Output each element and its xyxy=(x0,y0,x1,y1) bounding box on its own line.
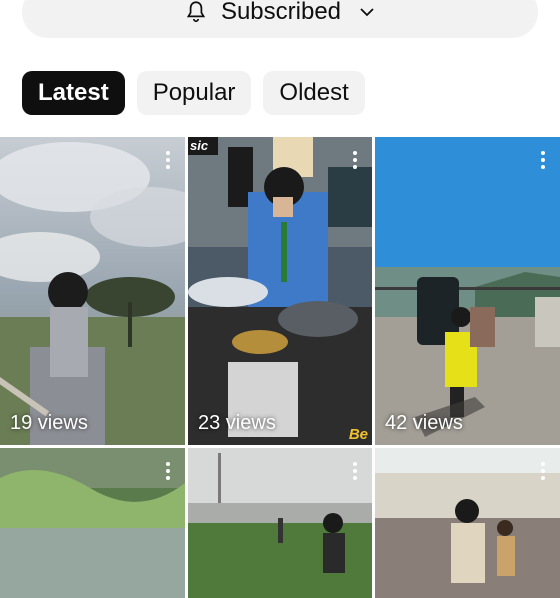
video-thumbnail[interactable] xyxy=(0,448,185,598)
video-thumbnail[interactable] xyxy=(188,448,372,598)
more-options-icon[interactable] xyxy=(540,151,546,169)
thumbnail-overlay-text: Be xyxy=(348,426,368,443)
bell-icon xyxy=(186,1,206,23)
thumbnail-overlay-text: sic xyxy=(190,138,209,153)
more-options-icon[interactable] xyxy=(352,462,358,480)
video-thumbnail[interactable]: 19 views xyxy=(0,137,185,445)
view-count: 42 views xyxy=(385,412,463,434)
view-count: 23 views xyxy=(198,412,276,434)
thumbnail-image xyxy=(188,448,372,598)
video-thumbnail[interactable]: sic Be 23 views xyxy=(188,137,372,445)
chip-latest[interactable]: Latest xyxy=(22,71,125,115)
subscribed-button[interactable]: Subscribed xyxy=(22,0,538,38)
thumbnail-image xyxy=(375,448,560,598)
subscribed-label: Subscribed xyxy=(220,0,342,25)
thumbnail-image xyxy=(0,448,185,598)
video-thumbnail[interactable] xyxy=(375,448,560,598)
more-options-icon[interactable] xyxy=(540,462,546,480)
chip-oldest[interactable]: Oldest xyxy=(263,71,365,115)
thumbnail-image xyxy=(375,137,560,445)
more-options-icon[interactable] xyxy=(165,462,171,480)
video-thumbnail[interactable]: 42 views xyxy=(375,137,560,445)
thumbnail-image xyxy=(188,137,372,445)
chevron-down-icon xyxy=(360,8,374,17)
more-options-icon[interactable] xyxy=(352,151,358,169)
thumbnail-image xyxy=(0,137,185,445)
sort-chips: Latest Popular Oldest xyxy=(22,71,365,115)
chip-popular[interactable]: Popular xyxy=(136,71,252,115)
view-count: 19 views xyxy=(10,412,88,434)
more-options-icon[interactable] xyxy=(165,151,171,169)
